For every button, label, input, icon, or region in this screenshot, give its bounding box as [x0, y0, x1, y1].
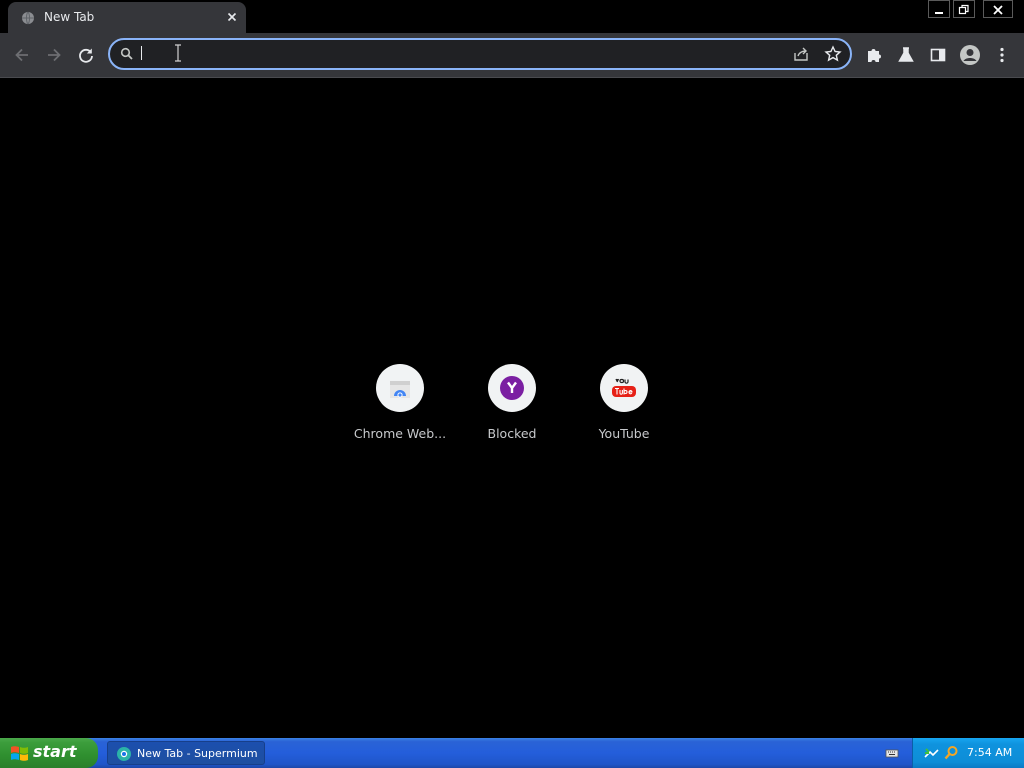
minimize-icon: [935, 12, 943, 14]
puzzle-icon: [868, 49, 881, 62]
globe-icon: [22, 11, 34, 25]
close-tab-icon[interactable]: [224, 9, 240, 25]
labs-button[interactable]: [894, 43, 918, 67]
clock: 7:54 AM: [967, 746, 1013, 759]
search-icon: [120, 47, 133, 60]
supermium-icon: [117, 747, 131, 761]
text-caret: [141, 46, 142, 60]
search-tray-icon[interactable]: [943, 745, 959, 761]
web-store-icon: [390, 381, 410, 398]
start-button[interactable]: start: [0, 738, 98, 768]
reload-icon: [79, 48, 93, 63]
omnibox[interactable]: [108, 38, 852, 70]
keyboard-icon[interactable]: [885, 746, 899, 760]
arrow-right-icon: [48, 48, 61, 62]
taskbar: start New Tab - Supermium 7:54 AM: [0, 738, 1024, 768]
shortcut-icon-bg: [376, 364, 424, 412]
close-icon: [993, 5, 1003, 15]
system-tray: 7:54 AM: [912, 738, 1024, 768]
shortcut-label: Blocked: [487, 426, 537, 441]
profile-button[interactable]: [958, 43, 982, 67]
menu-button[interactable]: [990, 43, 1014, 67]
share-icon[interactable]: [792, 45, 810, 63]
shortcut-icon-bg: [488, 364, 536, 412]
restore-icon: [958, 4, 969, 15]
youtube-logo-icon: [612, 378, 636, 397]
shortcut-blocked[interactable]: Blocked: [456, 364, 568, 448]
omnibox-input[interactable]: [140, 43, 784, 67]
minimize-button[interactable]: [928, 0, 950, 18]
side-panel-button[interactable]: [926, 43, 950, 67]
shortcuts-grid: Chrome Web... Blocked YouTube: [344, 364, 680, 454]
taskbar-item-supermium[interactable]: New Tab - Supermium: [107, 741, 265, 765]
bookmark-star-icon[interactable]: [824, 45, 842, 63]
forward-button[interactable]: [42, 43, 66, 67]
avatar-icon: [960, 45, 980, 65]
network-icon[interactable]: [923, 745, 939, 761]
flask-icon: [898, 47, 914, 62]
shortcut-icon-bg: [600, 364, 648, 412]
restore-button[interactable]: [953, 0, 975, 18]
tab-strip: New Tab: [0, 0, 1024, 33]
windows-logo-icon: [11, 746, 28, 761]
shortcut-label: Chrome Web...: [353, 426, 447, 441]
tab-title: New Tab: [44, 10, 95, 24]
side-panel-icon: [930, 48, 946, 62]
reload-button[interactable]: [74, 43, 98, 67]
shortcut-youtube[interactable]: YouTube: [568, 364, 680, 448]
ibeam-cursor-icon: [175, 44, 181, 62]
kebab-menu-icon: [1000, 47, 1004, 63]
yahoo-y-icon: [500, 376, 524, 400]
toolbar: [0, 33, 1024, 78]
start-label: start: [33, 742, 77, 761]
tab-new-tab[interactable]: New Tab: [8, 2, 246, 33]
shortcut-label: YouTube: [598, 426, 650, 441]
shortcut-chrome-web-store[interactable]: Chrome Web...: [344, 364, 456, 448]
arrow-left-icon: [15, 48, 28, 62]
taskbar-item-label: New Tab - Supermium: [137, 747, 258, 760]
close-window-button[interactable]: [983, 0, 1013, 18]
back-button[interactable]: [10, 43, 34, 67]
extensions-button[interactable]: [862, 43, 886, 67]
